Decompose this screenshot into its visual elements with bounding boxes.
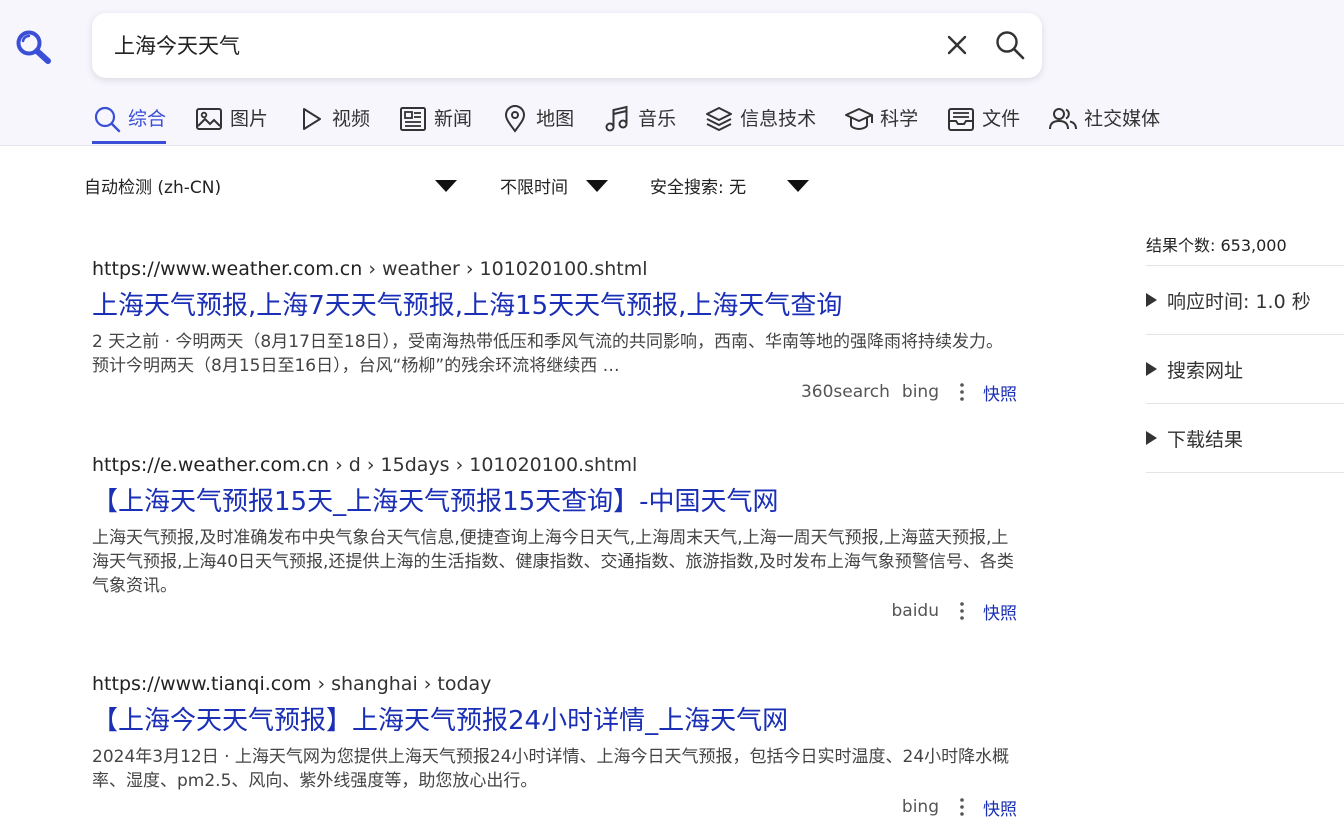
tab-label: 信息技术 bbox=[740, 108, 817, 130]
side-item-label: 搜索网址 bbox=[1167, 359, 1244, 382]
dropdown-arrow-icon bbox=[787, 180, 809, 192]
tab-label: 音乐 bbox=[638, 108, 677, 130]
result-url-host: https://www.tianqi.com bbox=[92, 673, 312, 695]
dropdown-arrow-icon bbox=[435, 180, 457, 192]
search-result: https://e.weather.com.cn › d › 15days › … bbox=[92, 452, 1017, 626]
newspaper-icon bbox=[400, 107, 427, 131]
search-icon[interactable] bbox=[994, 29, 1026, 61]
download-results-toggle[interactable]: 下载结果 bbox=[1146, 404, 1344, 473]
result-url-host: https://e.weather.com.cn bbox=[92, 454, 330, 476]
result-meta: baidu 快照 bbox=[880, 599, 1018, 624]
tab-label: 图片 bbox=[230, 108, 269, 130]
tab-science[interactable]: 科学 bbox=[844, 104, 918, 144]
search-icon bbox=[94, 106, 121, 133]
expand-caret-icon bbox=[1146, 293, 1157, 307]
result-snippet: 上海天气预报,及时准确发布中央气象台天气信息,便捷查询上海今日天气,上海周末天气… bbox=[92, 528, 1014, 596]
cached-link[interactable]: 快照 bbox=[983, 380, 1017, 405]
tab-label: 地图 bbox=[536, 108, 575, 130]
time-range-value: 不限时间 bbox=[500, 177, 568, 198]
tab-general[interactable]: 综合 bbox=[92, 104, 167, 144]
language-select-value: 自动检测 (zh-CN) bbox=[84, 177, 222, 198]
cached-link[interactable]: 快照 bbox=[983, 599, 1017, 624]
tab-label: 视频 bbox=[332, 108, 371, 130]
result-url-path: › weather › 101020100.shtml bbox=[368, 258, 648, 280]
result-snippet: 2024年3月12日 · 上海天气网为您提供上海天气预报24小时详情、上海今日天… bbox=[92, 747, 1010, 791]
result-snippet: 2 天之前 · 今明两天（8月17日至18日），受南海热带低压和季风气流的共同影… bbox=[92, 332, 1004, 376]
search-box[interactable]: 上海今天天气 bbox=[92, 13, 1042, 78]
tab-files[interactable]: 文件 bbox=[946, 104, 1020, 144]
tab-label: 文件 bbox=[982, 108, 1021, 130]
clear-icon[interactable] bbox=[944, 32, 970, 58]
response-time-toggle[interactable]: 响应时间: 1.0 秒 bbox=[1146, 266, 1344, 335]
play-icon bbox=[303, 108, 322, 130]
layers-icon bbox=[706, 107, 733, 131]
side-item-label: 下载结果 bbox=[1167, 428, 1244, 451]
expand-caret-icon bbox=[1146, 431, 1157, 445]
tab-images[interactable]: 图片 bbox=[194, 104, 268, 144]
result-url[interactable]: https://e.weather.com.cn › d › 15days › … bbox=[92, 452, 1017, 478]
result-engine: 360search bbox=[800, 382, 890, 402]
side-item-label: 响应时间: 1.0 秒 bbox=[1167, 290, 1311, 313]
tab-label: 新闻 bbox=[434, 108, 473, 130]
results-sidebar: 结果个数: 653,000 响应时间: 1.0 秒 搜索网址 下载结果 bbox=[1146, 226, 1344, 473]
tab-label: 科学 bbox=[880, 108, 919, 130]
tab-maps[interactable]: 地图 bbox=[500, 104, 574, 144]
more-options-icon[interactable] bbox=[955, 601, 969, 621]
tab-music[interactable]: 音乐 bbox=[602, 104, 676, 144]
graduation-cap-icon bbox=[845, 108, 874, 131]
result-title-link[interactable]: 【上海天气预报15天_上海天气预报15天查询】-中国天气网 bbox=[92, 484, 1017, 520]
result-title-link[interactable]: 上海天气预报,上海7天天气预报,上海15天天气预报,上海天气查询 bbox=[92, 288, 1017, 324]
more-options-icon[interactable] bbox=[955, 797, 969, 817]
category-tabs: 综合 图片 视频 新闻 地图 音乐 信息技术 科学 文件 社交媒体 bbox=[92, 104, 1188, 144]
search-result: https://www.tianqi.com › shanghai › toda… bbox=[92, 671, 1017, 821]
image-icon bbox=[196, 108, 223, 130]
result-meta: bing 快照 bbox=[890, 795, 1017, 820]
tab-label: 社交媒体 bbox=[1084, 108, 1161, 130]
search-input[interactable]: 上海今天天气 bbox=[114, 31, 240, 61]
result-engine: bing bbox=[901, 382, 939, 402]
tab-videos[interactable]: 视频 bbox=[296, 104, 370, 144]
map-pin-icon bbox=[505, 105, 526, 133]
cached-link[interactable]: 快照 bbox=[983, 795, 1017, 820]
result-engine: baidu bbox=[891, 601, 940, 621]
result-meta: 360search bing 快照 bbox=[789, 380, 1017, 405]
result-url-host: https://www.weather.com.cn bbox=[92, 258, 363, 280]
safe-search-value: 安全搜索: 无 bbox=[650, 177, 747, 198]
language-select[interactable]: 自动检测 (zh-CN) bbox=[84, 170, 458, 200]
users-icon bbox=[1049, 108, 1078, 130]
result-title-link[interactable]: 【上海今天天气预报】上海天气预报24小时详情_上海天气网 bbox=[92, 703, 1017, 739]
result-count: 结果个数: 653,000 bbox=[1146, 226, 1344, 266]
search-url-toggle[interactable]: 搜索网址 bbox=[1146, 335, 1344, 404]
safe-search-select[interactable]: 安全搜索: 无 bbox=[650, 170, 810, 200]
search-result: https://www.weather.com.cn › weather › 1… bbox=[92, 256, 1017, 406]
music-note-icon bbox=[605, 105, 628, 132]
result-engine: bing bbox=[901, 797, 939, 817]
more-options-icon[interactable] bbox=[955, 382, 969, 402]
result-url[interactable]: https://www.tianqi.com › shanghai › toda… bbox=[92, 671, 1017, 697]
inbox-icon bbox=[948, 108, 975, 131]
search-logo-icon[interactable] bbox=[14, 28, 52, 64]
tab-it[interactable]: 信息技术 bbox=[704, 104, 816, 144]
tab-label: 综合 bbox=[128, 108, 167, 130]
dropdown-arrow-icon bbox=[586, 180, 608, 192]
tab-social-media[interactable]: 社交媒体 bbox=[1048, 104, 1160, 144]
expand-caret-icon bbox=[1146, 362, 1157, 376]
tab-news[interactable]: 新闻 bbox=[398, 104, 472, 144]
time-range-select[interactable]: 不限时间 bbox=[500, 170, 610, 200]
result-url-path: › shanghai › today bbox=[317, 673, 492, 695]
result-url-path: › d › 15days › 101020100.shtml bbox=[335, 454, 638, 476]
result-url[interactable]: https://www.weather.com.cn › weather › 1… bbox=[92, 256, 1017, 282]
